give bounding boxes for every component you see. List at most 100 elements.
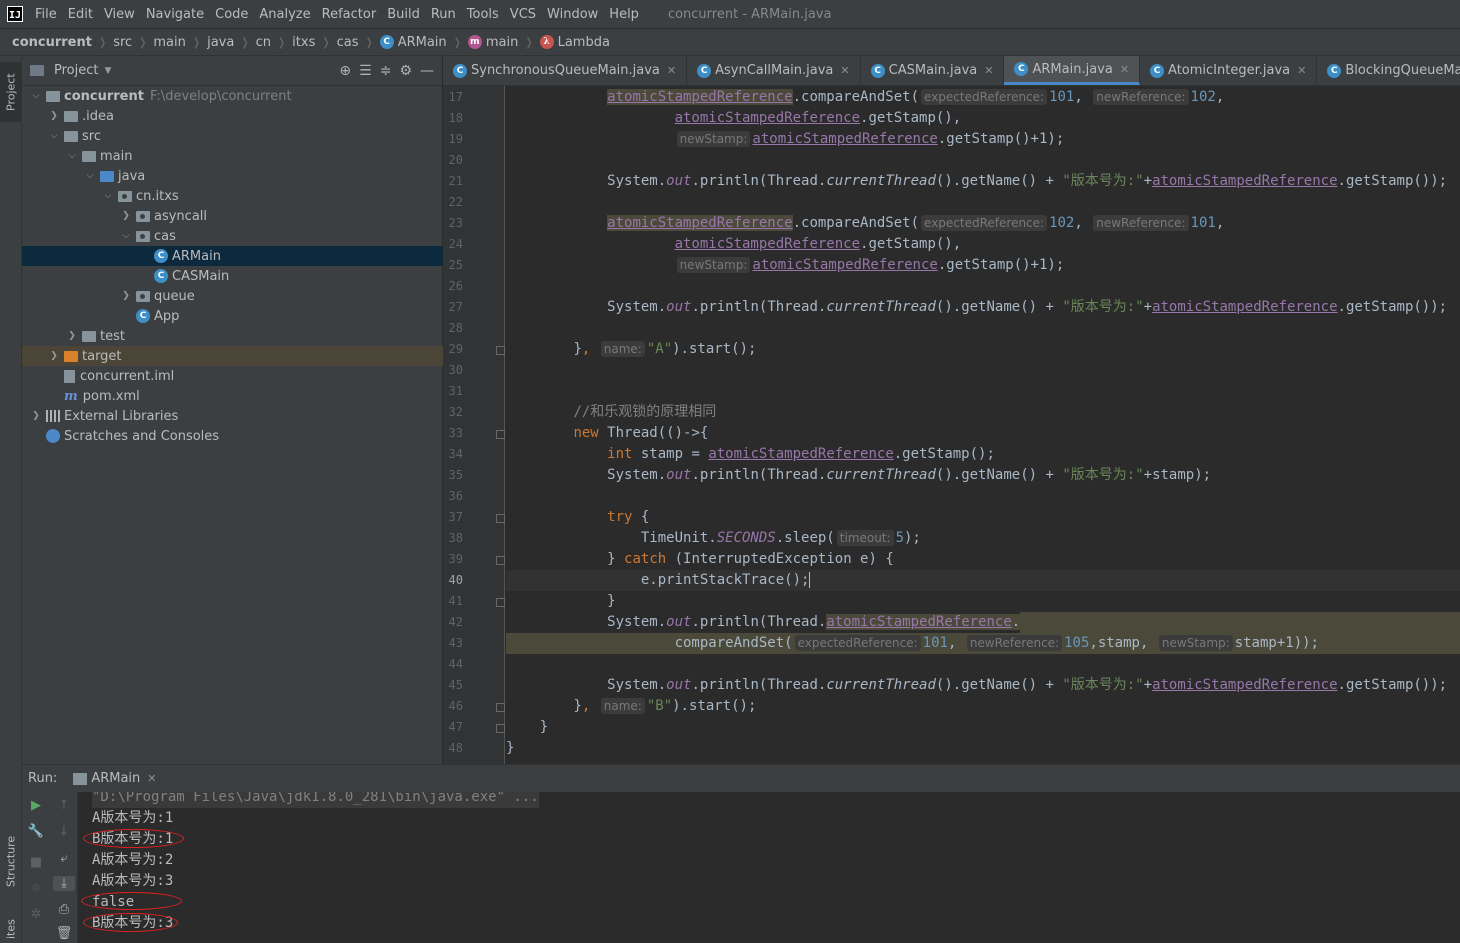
menu-code[interactable]: Code — [215, 7, 255, 22]
chevron-down-icon[interactable]: ⌵ — [30, 91, 42, 101]
tree-item[interactable]: ⌵ src — [22, 126, 443, 146]
menu-navigate[interactable]: Navigate — [146, 7, 211, 22]
fold-marker-icon[interactable] — [496, 556, 505, 565]
line-number[interactable]: 31 — [443, 384, 463, 398]
run-config-tab[interactable]: ARMain ✕ — [73, 771, 157, 786]
line-number[interactable]: 18 — [443, 111, 463, 125]
tree-item[interactable]: ⌵ cas — [22, 226, 443, 246]
breadcrumb-cn[interactable]: cn — [256, 35, 271, 50]
tree-item[interactable]: ❯ target — [22, 346, 443, 366]
breadcrumb-itxs[interactable]: itxs — [292, 35, 315, 50]
line-number[interactable]: 27 — [443, 300, 463, 314]
fold-marker-icon[interactable] — [496, 346, 505, 355]
tree-item[interactable]: ❯ queue — [22, 286, 443, 306]
code-line[interactable]: System.out.println(Thread.currentThread(… — [506, 465, 1460, 486]
minimize-icon[interactable]: — — [420, 63, 434, 79]
locate-icon[interactable]: ⊕ — [339, 63, 351, 79]
line-number[interactable]: 22 — [443, 195, 463, 209]
code-line[interactable]: new Thread(()->{ — [506, 423, 1460, 444]
close-icon[interactable]: ✕ — [840, 64, 849, 77]
settings-icon[interactable]: ✲ — [27, 907, 45, 922]
code-line[interactable]: atomicStampedReference.getStamp(), — [506, 108, 1460, 129]
menu-build[interactable]: Build — [387, 7, 427, 22]
line-number[interactable]: 41 — [443, 594, 463, 608]
tab-atomicinteger[interactable]: C AtomicInteger.java ✕ — [1140, 56, 1318, 85]
line-number[interactable]: 39 — [443, 552, 463, 566]
breadcrumb-src[interactable]: src — [113, 35, 132, 50]
code-line[interactable]: int stamp = atomicStampedReference.getSt… — [506, 444, 1460, 465]
line-number[interactable]: 26 — [443, 279, 463, 293]
menu-refactor[interactable]: Refactor — [322, 7, 384, 22]
tree-item[interactable]: C CASMain — [22, 266, 443, 286]
tree-item[interactable]: concurrent.iml — [22, 366, 443, 386]
menu-view[interactable]: View — [104, 7, 142, 22]
code-line[interactable]: } — [506, 591, 1460, 612]
line-number[interactable]: 48 — [443, 741, 463, 755]
code-editor[interactable]: 17 18 19 20 21 22 23 24 25 26 27 28 29 30 31 32 33 34 35 36… — [443, 86, 1460, 764]
code-line[interactable]: //和乐观锁的原理相同 — [506, 402, 1460, 423]
breadcrumb-project[interactable]: concurrent — [12, 35, 92, 50]
breadcrumb-armain[interactable]: C ARMain — [379, 35, 447, 50]
chevron-down-icon[interactable]: ⌵ — [120, 231, 132, 241]
line-number[interactable]: 40 — [443, 573, 463, 587]
line-number[interactable]: 21 — [443, 174, 463, 188]
tree-item[interactable]: ❯ test — [22, 326, 443, 346]
tab-blockingqueuemain[interactable]: CBlockingQueueMain.java✕ — [1317, 56, 1460, 85]
tab-synchronousqueuemain[interactable]: C SynchronousQueueMain.java ✕ — [443, 56, 688, 85]
tab-asyncallmain[interactable]: C AsynCallMain.java ✕ — [687, 56, 861, 85]
line-number[interactable]: 20 — [443, 153, 463, 167]
chevron-right-icon[interactable]: ❯ — [48, 111, 60, 121]
chevron-down-icon[interactable]: ⌵ — [66, 151, 78, 161]
project-tool-tab[interactable]: Project — [0, 62, 22, 122]
line-number[interactable]: 24 — [443, 237, 463, 251]
favorites-tool-tab[interactable]: ites — [0, 916, 22, 943]
breadcrumb-cas[interactable]: cas — [337, 35, 359, 50]
close-icon[interactable]: ✕ — [667, 64, 676, 77]
tree-item[interactable]: ❯ External Libraries — [22, 406, 443, 426]
line-number[interactable]: 25 — [443, 258, 463, 272]
tree-item[interactable]: ⌵ cn.itxs — [22, 186, 443, 206]
chevron-right-icon[interactable]: ❯ — [48, 351, 60, 361]
menu-help[interactable]: Help — [609, 7, 646, 22]
line-number[interactable]: 17 — [443, 90, 463, 104]
stop-icon[interactable]: ■ — [27, 855, 45, 870]
fold-marker-icon[interactable] — [496, 703, 505, 712]
line-number[interactable]: 34 — [443, 447, 463, 461]
down-arrow-icon[interactable]: ↓ — [55, 824, 73, 839]
line-number[interactable]: 35 — [443, 468, 463, 482]
line-number[interactable]: 37 — [443, 510, 463, 524]
line-number[interactable]: 19 — [443, 132, 463, 146]
menu-file[interactable]: File — [35, 7, 64, 22]
code-line[interactable]: }, name: "B").start(); — [506, 696, 1460, 717]
menu-tools[interactable]: Tools — [467, 7, 506, 22]
fold-marker-icon[interactable] — [496, 430, 505, 439]
breadcrumb-java[interactable]: java — [207, 35, 234, 50]
chevron-right-icon[interactable]: ❯ — [66, 331, 78, 341]
tree-item[interactable]: ⌵ java — [22, 166, 443, 186]
editor-gutter[interactable]: 17 18 19 20 21 22 23 24 25 26 27 28 29 30 31 32 33 34 35 36… — [443, 86, 505, 764]
line-number[interactable]: 33 — [443, 426, 463, 440]
code-line[interactable]: newStamp: atomicStampedReference.getStamp… — [506, 255, 1460, 276]
line-number[interactable]: 43 — [443, 636, 463, 650]
code-line[interactable]: } catch (InterruptedException e) { — [506, 549, 1460, 570]
code-line[interactable]: }, name: "A").start(); — [506, 339, 1460, 360]
code-line[interactable]: TimeUnit.SECONDS.sleep(timeout: 5); — [506, 528, 1460, 549]
breadcrumb-main[interactable]: main — [153, 35, 185, 50]
close-icon[interactable]: ✕ — [1297, 64, 1306, 77]
expand-all-icon[interactable]: ☰ — [359, 63, 372, 79]
rerun-icon[interactable]: ▶ — [27, 798, 45, 813]
menu-window[interactable]: Window — [547, 7, 605, 22]
code-line[interactable]: } — [506, 738, 1460, 759]
code-line[interactable]: System.out.println(Thread.atomicStampedR… — [506, 612, 1460, 633]
tab-casmain[interactable]: C CASMain.java ✕ — [861, 56, 1005, 85]
chevron-right-icon[interactable]: ❯ — [30, 411, 42, 421]
code-line[interactable]: newStamp: atomicStampedReference.getStamp… — [506, 129, 1460, 150]
code-line[interactable]: atomicStampedReference.compareAndSet(exp… — [506, 87, 1460, 108]
chevron-down-icon[interactable]: ⌵ — [102, 191, 114, 201]
code-line-current[interactable]: e.printStackTrace(); — [506, 570, 1460, 591]
code-line[interactable]: compareAndSet(expectedReference: 101, new… — [506, 633, 1460, 654]
menu-run[interactable]: Run — [431, 7, 463, 22]
line-number[interactable]: 30 — [443, 363, 463, 377]
line-number[interactable]: 36 — [443, 489, 463, 503]
gear-icon[interactable]: ⚙ — [399, 63, 412, 79]
